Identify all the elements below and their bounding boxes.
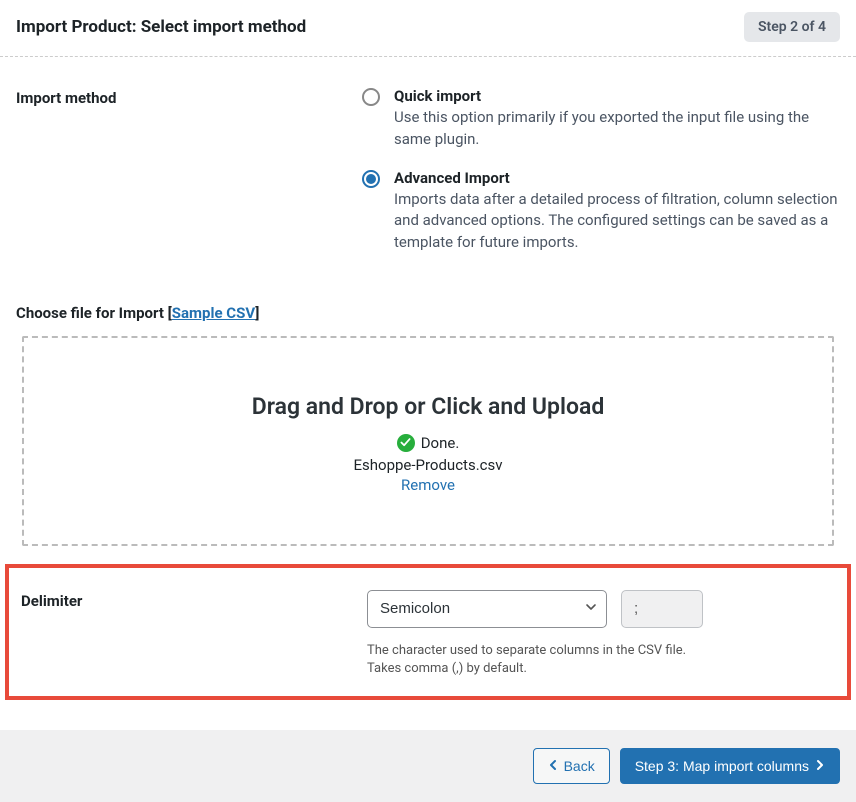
- import-method-section: Import method Quick import Use this opti…: [0, 57, 856, 282]
- radio-advanced-import[interactable]: Advanced Import Imports data after a det…: [362, 169, 840, 254]
- file-dropzone[interactable]: Drag and Drop or Click and Upload Done. …: [22, 336, 834, 546]
- step-indicator: Step 2 of 4: [744, 12, 840, 42]
- radio-desc: Use this option primarily if you exporte…: [394, 107, 840, 151]
- radio-quick-import[interactable]: Quick import Use this option primarily i…: [362, 87, 840, 151]
- checkmark-icon: [397, 434, 415, 452]
- delimiter-label: Delimiter: [21, 590, 351, 678]
- upload-done-line: Done.: [44, 434, 812, 452]
- done-text: Done.: [421, 434, 460, 452]
- next-step-button[interactable]: Step 3: Map import columns: [620, 748, 840, 784]
- back-button[interactable]: Back: [533, 748, 610, 784]
- radio-desc: Imports data after a detailed process of…: [394, 189, 840, 254]
- delimiter-select[interactable]: Semicolon: [367, 590, 607, 628]
- radio-icon: [362, 170, 380, 188]
- page-title: Import Product: Select import method: [16, 17, 306, 37]
- choose-file-label: Choose file for Import [Sample CSV]: [0, 282, 856, 336]
- radio-icon: [362, 88, 380, 106]
- chevron-left-icon: [548, 758, 558, 774]
- uploaded-filename: Eshoppe-Products.csv: [44, 456, 812, 474]
- wizard-footer: Back Step 3: Map import columns: [0, 730, 856, 802]
- delimiter-help: The character used to separate columns i…: [367, 642, 835, 678]
- import-method-label: Import method: [16, 87, 346, 272]
- radio-title: Advanced Import: [394, 169, 840, 187]
- delimiter-char-input[interactable]: [621, 590, 703, 628]
- delimiter-section: Delimiter Semicolon The character used t…: [5, 564, 851, 700]
- sample-csv-link[interactable]: Sample CSV: [172, 304, 255, 322]
- dropzone-title: Drag and Drop or Click and Upload: [44, 393, 812, 420]
- remove-file-link[interactable]: Remove: [44, 476, 812, 494]
- chevron-right-icon: [815, 758, 825, 774]
- wizard-header: Import Product: Select import method Ste…: [0, 0, 856, 57]
- radio-title: Quick import: [394, 87, 840, 105]
